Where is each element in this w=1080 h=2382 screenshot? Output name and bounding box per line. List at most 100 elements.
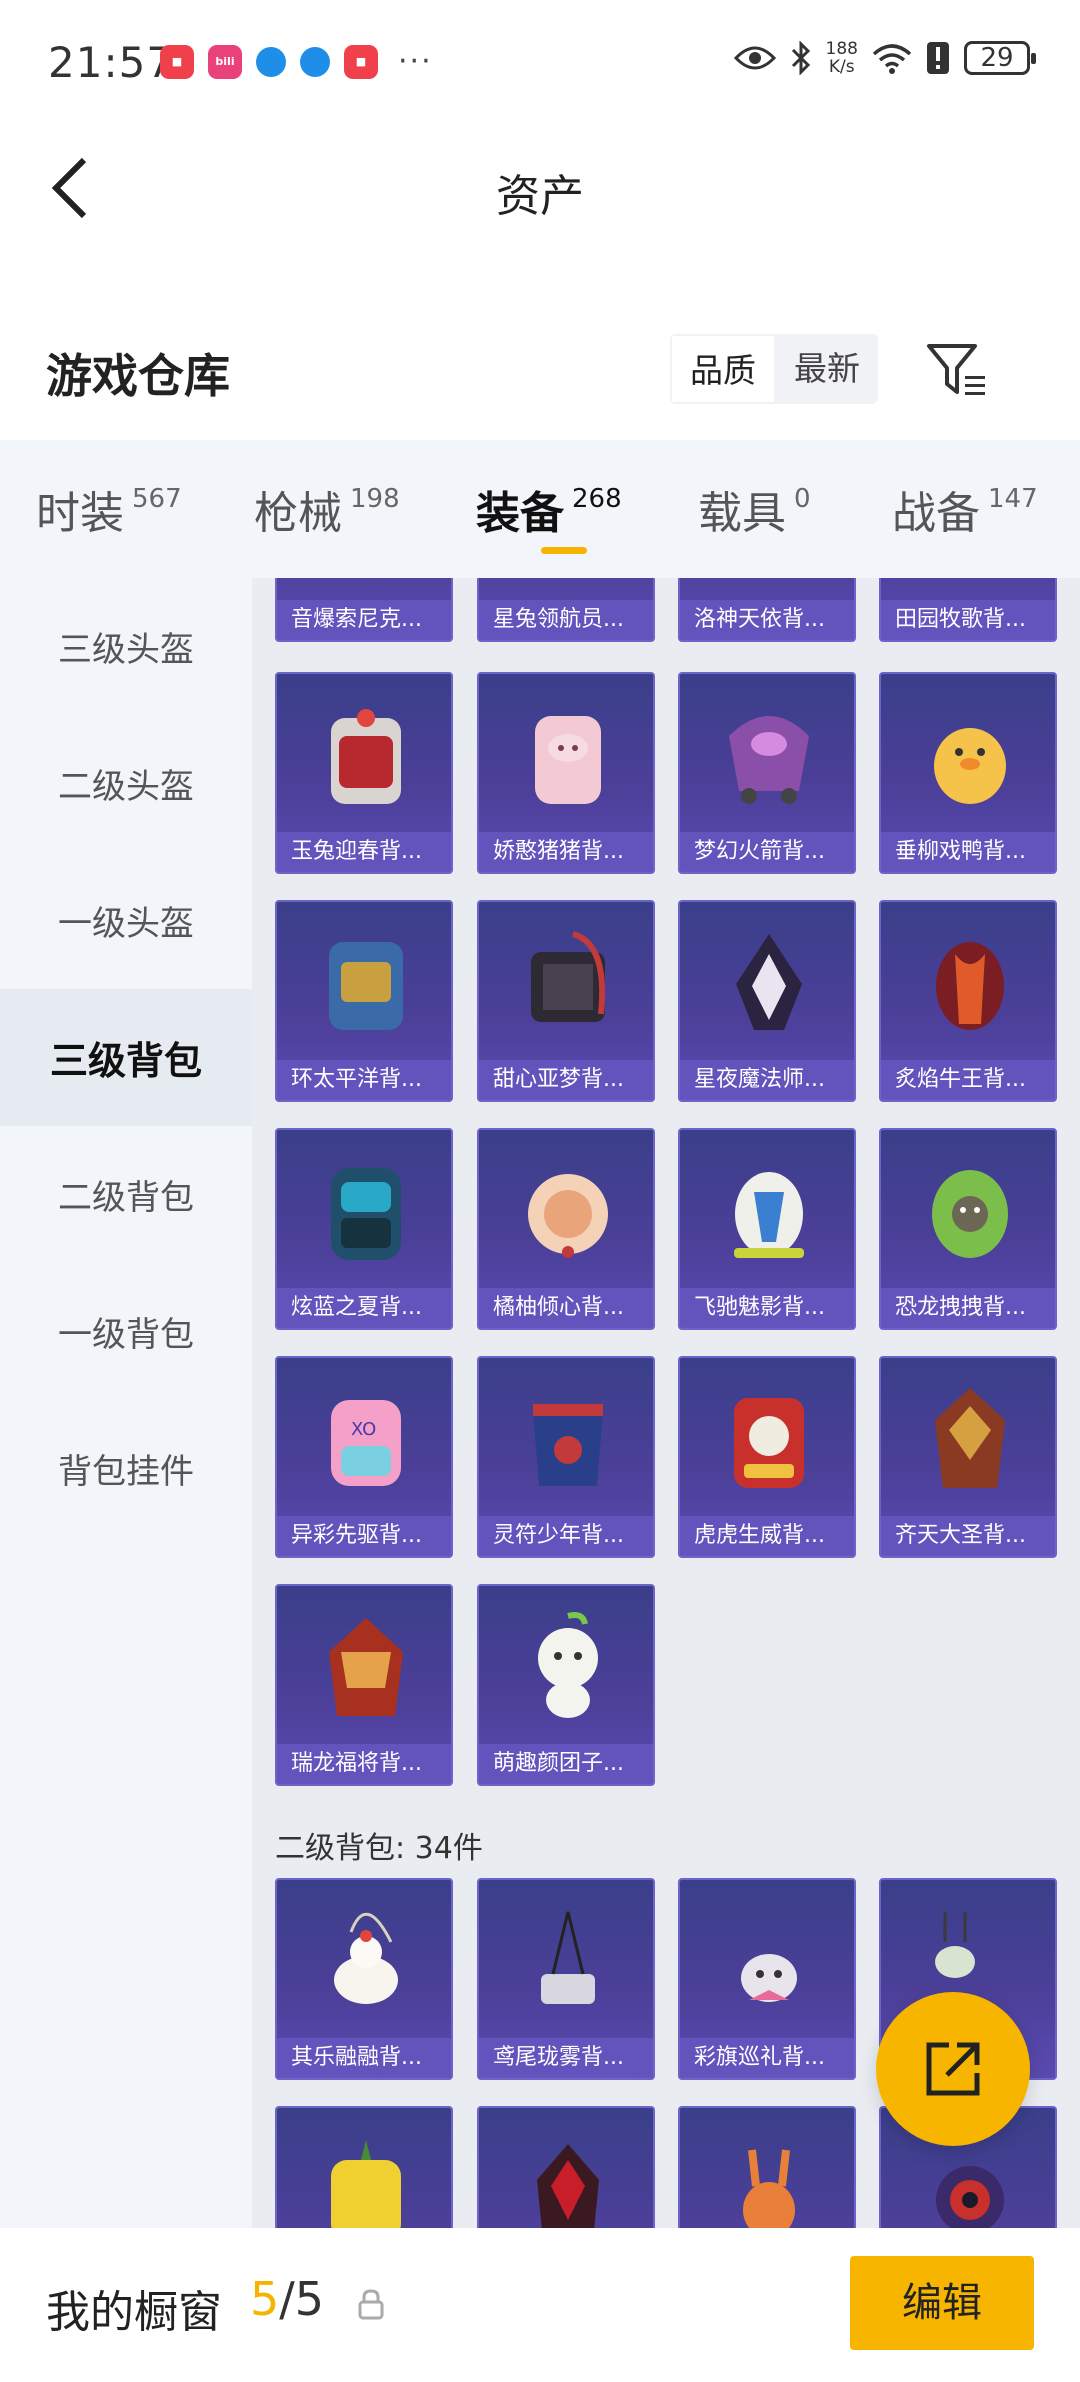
backpack-art (331, 1168, 401, 1260)
item-card[interactable]: 垂柳戏鸭背... (879, 672, 1057, 874)
backpack-art (334, 1912, 398, 2004)
subcategory-list: 三级头盔 二级头盔 一级头盔 三级背包 二级背包 一级背包 背包挂件 (0, 578, 252, 2228)
item-card[interactable]: 灵符少年背... (477, 1356, 655, 1558)
sort-toggle: 品质 最新 (670, 334, 878, 404)
backpack-art: XO (331, 1400, 401, 1486)
item-card[interactable]: 彩旗巡礼背... (678, 1878, 856, 2080)
subcategory-lvl1-backpack[interactable]: 一级背包 (0, 1263, 252, 1400)
status-time: 21:57 (48, 38, 175, 87)
sort-newest-option[interactable]: 最新 (776, 334, 878, 404)
item-card[interactable]: XO 异彩先驱背... (275, 1356, 453, 1558)
subsection-header: 二级背包: 34件 (275, 1831, 483, 1866)
item-card[interactable]: 飞驰魅影背... (678, 1128, 856, 1330)
item-card[interactable]: 其乐融融背... (275, 1878, 453, 2080)
tab-equipment[interactable]: 装备 268 (440, 440, 662, 578)
backpack-art (537, 2144, 599, 2228)
item-card[interactable]: 虎虎生威背... (678, 1356, 856, 1558)
backpack-art (329, 1618, 403, 1716)
backpack-art (932, 1170, 1008, 1258)
shopping-bag-icon: ■ (344, 44, 378, 79)
backpack-art (528, 1174, 608, 1258)
tab-label: 战备 (892, 488, 980, 539)
status-bar: 21:57 ■ bili ■ ··· 188 K/s 29 (0, 0, 1080, 125)
item-grid: 音爆索尼克... 星兔领航员... 洛神天依背... 田园牧歌背... 玉兔迎春… (252, 578, 1080, 2228)
category-tabs: 时装 567 枪械 198 装备 268 载具 0 战备 147 (0, 440, 1080, 578)
backpack-art (741, 1954, 797, 2002)
share-button[interactable] (876, 1992, 1030, 2146)
backpack-art (329, 942, 403, 1030)
item-card[interactable]: 环太平洋背... (275, 900, 453, 1102)
item-card[interactable]: 洛神天依背... (678, 578, 856, 642)
item-card[interactable]: 鸢尾珑雾背... (477, 1878, 655, 2080)
browser-icon (256, 46, 286, 77)
battery-indicator: 29 (964, 41, 1036, 75)
sort-quality-option[interactable]: 品质 (670, 334, 776, 404)
subcategory-backpack-charm[interactable]: 背包挂件 (0, 1400, 252, 1537)
item-card[interactable]: 橘柚倾心背... (477, 1128, 655, 1330)
system-icons: 188 K/s 29 (733, 39, 1036, 77)
eye-icon (733, 46, 776, 70)
page-title: 资产 (496, 171, 584, 222)
tab-weapons[interactable]: 枪械 198 (218, 440, 440, 578)
app-header: 资产 (0, 125, 1080, 255)
backpack-art (331, 709, 401, 804)
item-card[interactable]: 星兔领航员... (477, 578, 655, 642)
filter-icon (927, 344, 985, 395)
edit-button[interactable]: 编辑 (850, 2256, 1034, 2350)
tab-count: 268 (572, 484, 622, 514)
notification-icons: ■ bili ■ ··· (160, 44, 433, 79)
backpack-art (531, 931, 606, 1022)
filter-button[interactable] (925, 340, 991, 400)
tab-count: 198 (350, 484, 400, 514)
tab-vehicles[interactable]: 载具 0 (662, 440, 856, 578)
subcategory-lvl2-helmet[interactable]: 二级头盔 (0, 715, 252, 852)
item-card[interactable]: 梦幻火箭背... (678, 672, 856, 874)
item-card[interactable]: 玉兔迎春背... (275, 672, 453, 874)
item-card[interactable]: 炫蓝之夏背... (275, 1128, 453, 1330)
item-card[interactable] (275, 2106, 453, 2228)
backpack-art (541, 1911, 595, 2004)
item-card[interactable]: 齐天大圣背... (879, 1356, 1057, 1558)
showcase-bar: 我的橱窗 5/5 编辑 (0, 2228, 1080, 2382)
backpack-art (734, 1172, 804, 1258)
item-card[interactable] (477, 2106, 655, 2228)
backpack-art (533, 1404, 603, 1486)
tab-label: 枪械 (254, 488, 342, 539)
alert-icon (927, 42, 949, 74)
tab-supplies[interactable]: 战备 147 (856, 440, 1076, 578)
tab-label: 载具 (698, 488, 786, 539)
bilibili-icon: bili (208, 44, 242, 79)
item-card[interactable]: 田园牧歌背... (879, 578, 1057, 642)
item-card[interactable]: 音爆索尼克... (275, 578, 453, 642)
share-icon (926, 2042, 980, 2096)
warehouse-section-bar: 游戏仓库 品质 最新 (0, 320, 1080, 440)
network-speed: 188 K/s (825, 39, 858, 77)
item-card[interactable] (678, 2106, 856, 2228)
backpack-art (935, 1388, 1005, 1488)
subcategory-lvl3-backpack[interactable]: 三级背包 (0, 989, 252, 1126)
tab-count: 567 (132, 484, 182, 514)
item-card[interactable]: 瑞龙福将背... (275, 1584, 453, 1786)
backpack-art (936, 942, 1004, 1030)
tab-fashion[interactable]: 时装 567 (0, 440, 218, 578)
browser-icon (300, 46, 330, 77)
item-card[interactable]: 星夜魔法师... (678, 900, 856, 1102)
active-tab-indicator (541, 547, 587, 554)
backpack-art (743, 2149, 795, 2228)
item-card[interactable]: 萌趣颜团子... (477, 1584, 655, 1786)
subcategory-lvl1-helmet[interactable]: 一级头盔 (0, 852, 252, 989)
tab-count: 147 (988, 484, 1038, 514)
more-notifications: ··· (398, 44, 433, 79)
backpack-art (331, 2140, 401, 2228)
subcategory-lvl3-helmet[interactable]: 三级头盔 (0, 578, 252, 715)
tab-label: 装备 (476, 488, 564, 539)
item-card[interactable]: 甜心亚梦背... (477, 900, 655, 1102)
subcategory-lvl2-backpack[interactable]: 二级背包 (0, 1126, 252, 1263)
item-card[interactable]: 娇憨猪猪背... (477, 672, 655, 874)
item-card[interactable]: 炙焰牛王背... (879, 900, 1057, 1102)
backpack-art (736, 934, 802, 1030)
item-card[interactable]: 恐龙拽拽背... (879, 1128, 1057, 1330)
lock-icon (358, 2289, 384, 2320)
tab-count: 0 (794, 484, 811, 514)
section-title: 游戏仓库 (46, 349, 230, 403)
